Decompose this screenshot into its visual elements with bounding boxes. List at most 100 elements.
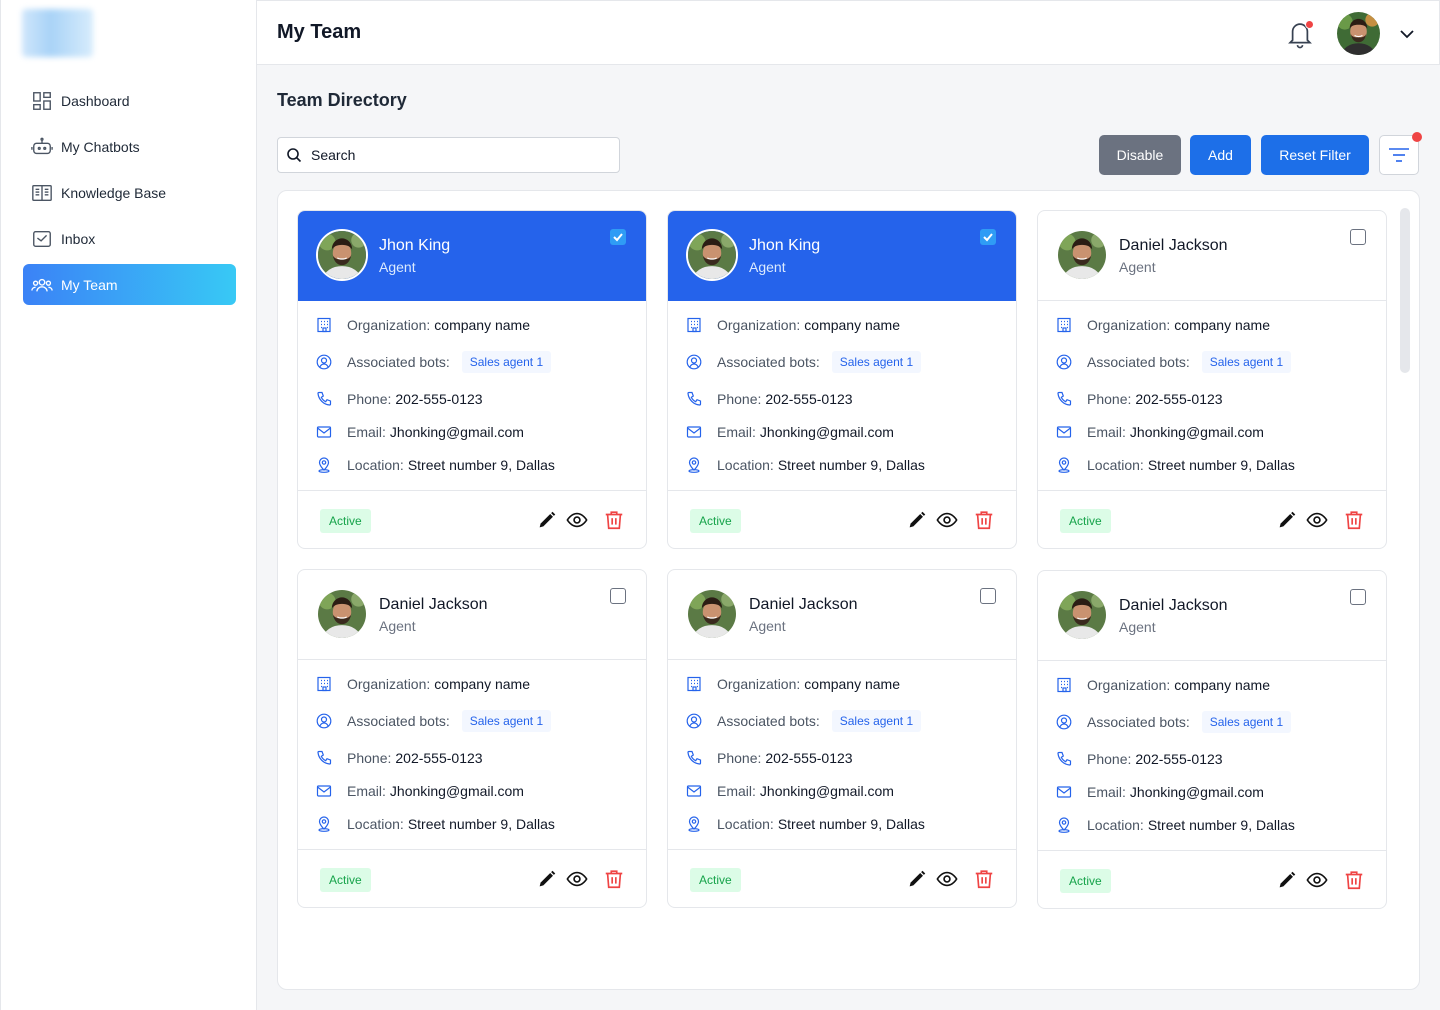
email-value[interactable]: Jhonking@gmail.com bbox=[390, 424, 524, 440]
reset-filter-button[interactable]: Reset Filter bbox=[1261, 135, 1369, 175]
sidebar-item-label: My Team bbox=[61, 276, 118, 293]
building-icon bbox=[1057, 317, 1071, 333]
card-details: Organization: company name Associated bot… bbox=[668, 660, 1016, 850]
card-details: Organization: company name Associated bot… bbox=[668, 301, 1016, 491]
location-row: Location: Street number 9, Dallas bbox=[1056, 457, 1295, 473]
select-checkbox[interactable] bbox=[1350, 229, 1366, 245]
select-checkbox[interactable] bbox=[610, 229, 626, 245]
location-label: Location: bbox=[1087, 457, 1144, 473]
user-circle-icon bbox=[1056, 714, 1072, 730]
organization-value: company name bbox=[434, 676, 530, 692]
bot-tag[interactable]: Sales agent 1 bbox=[1201, 351, 1292, 373]
location-row: Location: Street number 9, Dallas bbox=[1056, 817, 1295, 833]
organization-row: Organization: company name bbox=[686, 676, 900, 692]
sidebar-item-label: Dashboard bbox=[61, 92, 130, 109]
email-value[interactable]: Jhonking@gmail.com bbox=[760, 424, 894, 440]
organization-label: Organization: bbox=[717, 317, 801, 333]
chatbot-icon bbox=[31, 137, 53, 154]
disable-button[interactable]: Disable bbox=[1099, 135, 1181, 175]
member-name: Jhon King bbox=[379, 237, 451, 254]
user-avatar[interactable] bbox=[1337, 12, 1380, 55]
eye-icon[interactable] bbox=[1306, 869, 1328, 891]
email-value[interactable]: Jhonking@gmail.com bbox=[760, 783, 894, 799]
eye-icon[interactable] bbox=[1306, 509, 1328, 531]
bot-tag[interactable]: Sales agent 1 bbox=[1201, 711, 1292, 733]
member-name: Daniel Jackson bbox=[749, 596, 858, 613]
eye-icon[interactable] bbox=[936, 509, 958, 531]
email-value[interactable]: Jhonking@gmail.com bbox=[1130, 784, 1264, 800]
trash-icon[interactable] bbox=[603, 509, 625, 531]
search-box[interactable] bbox=[277, 137, 620, 173]
mail-icon bbox=[1056, 786, 1072, 798]
card-header: Daniel Jackson Agent bbox=[1038, 211, 1386, 301]
edit-pencil-icon[interactable] bbox=[906, 868, 928, 890]
edit-pencil-icon[interactable] bbox=[536, 868, 558, 890]
sidebar-item-label: Inbox bbox=[61, 230, 96, 247]
email-value[interactable]: Jhonking@gmail.com bbox=[1130, 424, 1264, 440]
team-member-card[interactable]: Daniel Jackson Agent Organization: compan… bbox=[1037, 210, 1387, 549]
building-icon bbox=[317, 317, 331, 333]
filter-active-dot bbox=[1412, 132, 1422, 142]
phone-row: Phone: 202-555-0123 bbox=[1056, 391, 1223, 407]
scrollbar-thumb[interactable] bbox=[1400, 208, 1410, 373]
organization-label: Organization: bbox=[1087, 677, 1171, 693]
sidebar-item-my-team[interactable]: My Team bbox=[23, 264, 236, 305]
bot-tag[interactable]: Sales agent 1 bbox=[461, 710, 552, 732]
organization-value: company name bbox=[804, 317, 900, 333]
associated-bots-row: Associated bots: Sales agent 1 bbox=[686, 351, 922, 373]
location-pin-icon bbox=[318, 457, 330, 473]
edit-pencil-icon[interactable] bbox=[1276, 509, 1298, 531]
edit-pencil-icon[interactable] bbox=[906, 509, 928, 531]
team-member-card[interactable]: Daniel Jackson Agent Organization: compan… bbox=[667, 569, 1017, 908]
email-label: Email: bbox=[1087, 784, 1126, 800]
eye-icon[interactable] bbox=[936, 868, 958, 890]
phone-icon bbox=[1057, 751, 1072, 766]
phone-icon bbox=[1057, 391, 1072, 406]
card-footer: Active bbox=[668, 491, 1016, 548]
status-badge: Active bbox=[1060, 869, 1111, 893]
select-checkbox[interactable] bbox=[1350, 589, 1366, 605]
email-value[interactable]: Jhonking@gmail.com bbox=[390, 783, 524, 799]
member-role: Agent bbox=[749, 259, 786, 275]
trash-icon[interactable] bbox=[1343, 869, 1365, 891]
team-member-card[interactable]: Daniel Jackson Agent Organization: compan… bbox=[1037, 570, 1387, 909]
select-checkbox[interactable] bbox=[980, 588, 996, 604]
chevron-down-icon[interactable] bbox=[1397, 25, 1417, 43]
member-avatar bbox=[1056, 229, 1108, 281]
bot-tag[interactable]: Sales agent 1 bbox=[461, 351, 552, 373]
mail-icon bbox=[686, 785, 702, 797]
bot-tag[interactable]: Sales agent 1 bbox=[831, 710, 922, 732]
sidebar-item-dashboard[interactable]: Dashboard bbox=[23, 80, 236, 121]
bot-tag[interactable]: Sales agent 1 bbox=[831, 351, 922, 373]
sidebar-item-knowledge-base[interactable]: Knowledge Base bbox=[23, 172, 236, 213]
trash-icon[interactable] bbox=[973, 868, 995, 890]
card-footer: Active bbox=[298, 491, 646, 548]
eye-icon[interactable] bbox=[566, 509, 588, 531]
edit-pencil-icon[interactable] bbox=[1276, 869, 1298, 891]
sidebar-item-inbox[interactable]: Inbox bbox=[23, 218, 236, 259]
associated-bots-row: Associated bots: Sales agent 1 bbox=[316, 351, 552, 373]
team-member-card[interactable]: Daniel Jackson Agent Organization: compan… bbox=[297, 569, 647, 908]
select-checkbox[interactable] bbox=[980, 229, 996, 245]
phone-label: Phone: bbox=[1087, 751, 1132, 767]
location-pin-icon bbox=[318, 816, 330, 832]
add-button[interactable]: Add bbox=[1190, 135, 1251, 175]
select-checkbox[interactable] bbox=[610, 588, 626, 604]
email-label: Email: bbox=[717, 783, 756, 799]
edit-pencil-icon[interactable] bbox=[536, 509, 558, 531]
mail-icon bbox=[316, 426, 332, 438]
trash-icon[interactable] bbox=[1343, 509, 1365, 531]
card-header: Daniel Jackson Agent bbox=[298, 570, 646, 660]
eye-icon[interactable] bbox=[566, 868, 588, 890]
phone-row: Phone: 202-555-0123 bbox=[316, 750, 483, 766]
trash-icon[interactable] bbox=[973, 509, 995, 531]
organization-value: company name bbox=[1174, 677, 1270, 693]
search-input[interactable] bbox=[311, 147, 611, 163]
sidebar-item-my-chatbots[interactable]: My Chatbots bbox=[23, 126, 236, 167]
trash-icon[interactable] bbox=[603, 868, 625, 890]
phone-row: Phone: 202-555-0123 bbox=[1056, 751, 1223, 767]
team-member-card[interactable]: Jhon King Agent Organization: company nam… bbox=[667, 210, 1017, 549]
email-label: Email: bbox=[717, 424, 756, 440]
location-pin-icon bbox=[688, 457, 700, 473]
team-member-card[interactable]: Jhon King Agent Organization: company nam… bbox=[297, 210, 647, 549]
